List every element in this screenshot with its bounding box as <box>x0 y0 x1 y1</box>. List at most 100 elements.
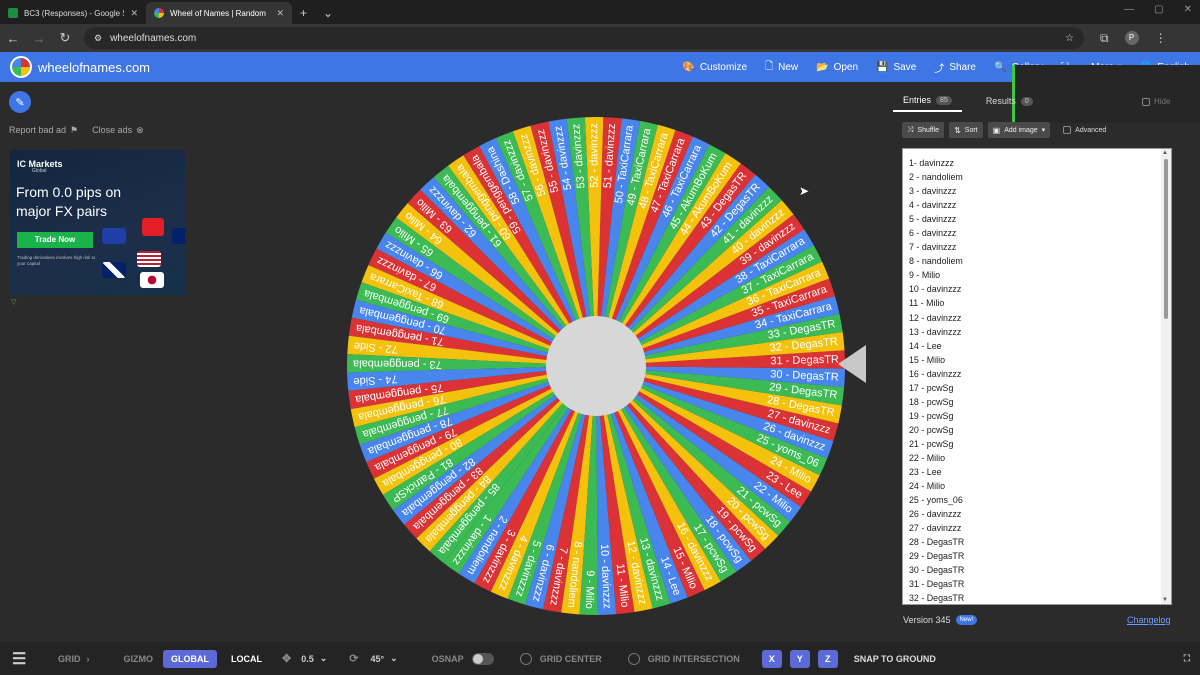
entry-line[interactable]: 21 - pcwSg <box>909 437 1171 451</box>
browser-tab-sheets[interactable]: BC3 (Responses) - Google S ✕ <box>0 2 146 24</box>
entry-line[interactable]: 3 - davinzzz <box>909 184 1171 198</box>
osnap-toggle[interactable] <box>471 652 494 665</box>
ad-banner[interactable]: IC Markets Global From 0.0 pips on major… <box>10 150 185 295</box>
entry-line[interactable]: 5 - davinzzz <box>909 212 1171 226</box>
entry-line[interactable]: 17 - pcwSg <box>909 381 1171 395</box>
tab-results[interactable]: Results 0 <box>976 90 1043 112</box>
brand-title[interactable]: wheelofnames.com <box>38 60 150 75</box>
entry-line[interactable]: 23 - Lee <box>909 465 1171 479</box>
menu-item-customize[interactable]: 🎨 Customize <box>682 62 747 73</box>
hide-checkbox-box[interactable] <box>1142 97 1150 106</box>
entry-line[interactable]: 12 - davinzzz <box>909 311 1171 325</box>
step-select[interactable]: 0.5 ⌄ <box>301 653 327 664</box>
forward-icon[interactable]: → <box>26 31 52 46</box>
entries-scrollbar[interactable]: ▲ ▼ <box>1161 149 1171 604</box>
entry-line[interactable]: 22 - Milio <box>909 451 1171 465</box>
bookmark-star-icon[interactable]: ☆ <box>1065 33 1074 44</box>
grid-dropdown[interactable]: GRID › <box>58 654 90 664</box>
advanced-checkbox[interactable]: Advanced <box>1063 126 1106 134</box>
shuffle-button[interactable]: ⤨ Shuffle <box>902 122 945 138</box>
advanced-checkbox-box[interactable] <box>1063 126 1072 134</box>
grid-intersection-radio[interactable] <box>627 652 640 665</box>
new-badge[interactable]: New! <box>955 615 978 625</box>
entry-line[interactable]: 15 - Milio <box>909 353 1171 367</box>
entry-line[interactable]: 25 - yoms_06 <box>909 493 1171 507</box>
ad-trade-now-button[interactable]: Trade Now <box>17 232 93 248</box>
profile-avatar[interactable]: P <box>1124 31 1139 45</box>
entry-line[interactable]: 8 - nandoliem <box>909 254 1171 268</box>
wheel-logo-icon[interactable] <box>10 56 32 78</box>
entry-line[interactable]: 26 - davinzzz <box>909 507 1171 521</box>
global-toggle[interactable]: GLOBAL <box>163 649 217 668</box>
entry-line[interactable]: 20 - pcwSg <box>909 423 1171 437</box>
entry-line[interactable]: 13 - davinzzz <box>909 325 1171 339</box>
axis-x-button[interactable]: X <box>761 649 782 668</box>
tab-close-icon[interactable]: ✕ <box>130 8 138 19</box>
entry-line[interactable]: 18 - pcwSg <box>909 395 1171 409</box>
menu-item-new[interactable]: 🗋 New <box>765 59 798 76</box>
entry-line[interactable]: 9 - Milio <box>909 268 1171 282</box>
hide-checkbox[interactable]: Hide <box>1142 97 1170 106</box>
maximize-icon[interactable]: ▢ <box>1154 4 1163 15</box>
site-info-icon[interactable]: ⚙ <box>94 33 102 44</box>
snap-to-ground-button[interactable]: SNAP TO GROUND <box>854 654 936 664</box>
menu-item-open[interactable]: 📂 Open <box>816 62 858 73</box>
browser-tab-wheel[interactable]: Wheel of Names | Random ✕ <box>146 2 292 24</box>
close-window-icon[interactable]: ✕ <box>1184 4 1192 15</box>
entry-line[interactable]: 4 - davinzzz <box>909 198 1171 212</box>
entry-line[interactable]: 24 - Milio <box>909 479 1171 493</box>
minimize-icon[interactable]: — <box>1124 4 1134 15</box>
entry-line[interactable]: 14 - Lee <box>909 339 1171 353</box>
menu-item-share[interactable]: ⤴ Share <box>934 60 976 75</box>
back-icon[interactable]: ← <box>0 31 26 46</box>
axis-z-button[interactable]: Z <box>817 649 838 668</box>
entry-line[interactable]: 11 - Milio <box>909 296 1171 310</box>
fullscreen-icon[interactable]: ⛶ <box>1184 653 1190 664</box>
folder-open-icon: 📂 <box>816 61 829 73</box>
entry-line[interactable]: 16 - davinzzz <box>909 367 1171 381</box>
axis-y-button[interactable]: Y <box>789 649 810 668</box>
tab-close-icon[interactable]: ✕ <box>276 8 284 19</box>
grid-intersection-label[interactable]: GRID INTERSECTION <box>648 654 740 664</box>
tab-search-button[interactable]: ⌄ <box>315 2 341 24</box>
angle-select[interactable]: 45° ⌄ <box>371 653 398 664</box>
url-input[interactable]: ⚙ wheelofnames.com ☆ <box>84 27 1084 49</box>
entry-line[interactable]: 1- davinzzz <box>909 156 1171 170</box>
scroll-down-icon[interactable]: ▼ <box>1162 597 1168 603</box>
ad-disclaimer: Trading derivatives involves high risk t… <box>17 255 96 266</box>
menu-label: Share <box>949 61 976 73</box>
browser-menu-icon[interactable]: ⋮ <box>1155 31 1167 45</box>
report-ad-link[interactable]: Report bad ad ⚑ <box>9 125 78 136</box>
entry-line[interactable]: 30 - DegasTR <box>909 563 1171 577</box>
grid-center-label[interactable]: GRID CENTER <box>540 654 602 664</box>
changelog-link[interactable]: Changelog <box>1127 615 1171 625</box>
entry-line[interactable]: 7 - davinzzz <box>909 240 1171 254</box>
entry-line[interactable]: 28 - DegasTR <box>909 535 1171 549</box>
ad-choices-icon[interactable]: ▽ <box>11 298 16 306</box>
grid-center-radio[interactable] <box>519 652 532 665</box>
sort-button[interactable]: ⇅ Sort <box>949 122 983 138</box>
entry-line[interactable]: 32 - DegasTR <box>909 591 1171 604</box>
scroll-up-icon[interactable]: ▲ <box>1162 150 1168 156</box>
close-ads-link[interactable]: Close ads ⊗ <box>92 125 144 136</box>
entry-line[interactable]: 6 - davinzzz <box>909 226 1171 240</box>
entries-textarea[interactable]: 1- davinzzz 2 - nandoliem 3 - davinzzz 4 - … <box>902 148 1172 605</box>
add-image-button[interactable]: ▣ Add image ▾ <box>987 122 1051 138</box>
entry-line[interactable]: 31 - DegasTR <box>909 577 1171 591</box>
entry-line[interactable]: 2 - nandoliem <box>909 170 1171 184</box>
entry-line[interactable]: 27 - davinzzz <box>909 521 1171 535</box>
extensions-icon[interactable]: ⧉ <box>1100 31 1109 46</box>
entry-line[interactable]: 10 - davinzzz <box>909 282 1171 296</box>
local-toggle[interactable]: LOCAL <box>223 650 270 668</box>
edit-pencil-button[interactable]: ✎ <box>9 91 31 113</box>
entry-line[interactable]: 19 - pcwSg <box>909 409 1171 423</box>
menu-item-save[interactable]: 💾 Save <box>876 62 916 73</box>
hamburger-menu-icon[interactable]: ☰ <box>12 649 42 669</box>
window-controls: — ▢ ✕ <box>1124 4 1192 15</box>
name-wheel[interactable]: 1 - davinzzz2 - nandoliem3 - davinzzz4 -… <box>346 116 846 616</box>
tab-entries[interactable]: Entries 85 <box>893 90 962 112</box>
new-tab-button[interactable]: + <box>292 2 315 24</box>
scrollbar-thumb[interactable] <box>1164 159 1168 319</box>
entry-line[interactable]: 29 - DegasTR <box>909 549 1171 563</box>
reload-icon[interactable]: ↻ <box>52 30 78 46</box>
